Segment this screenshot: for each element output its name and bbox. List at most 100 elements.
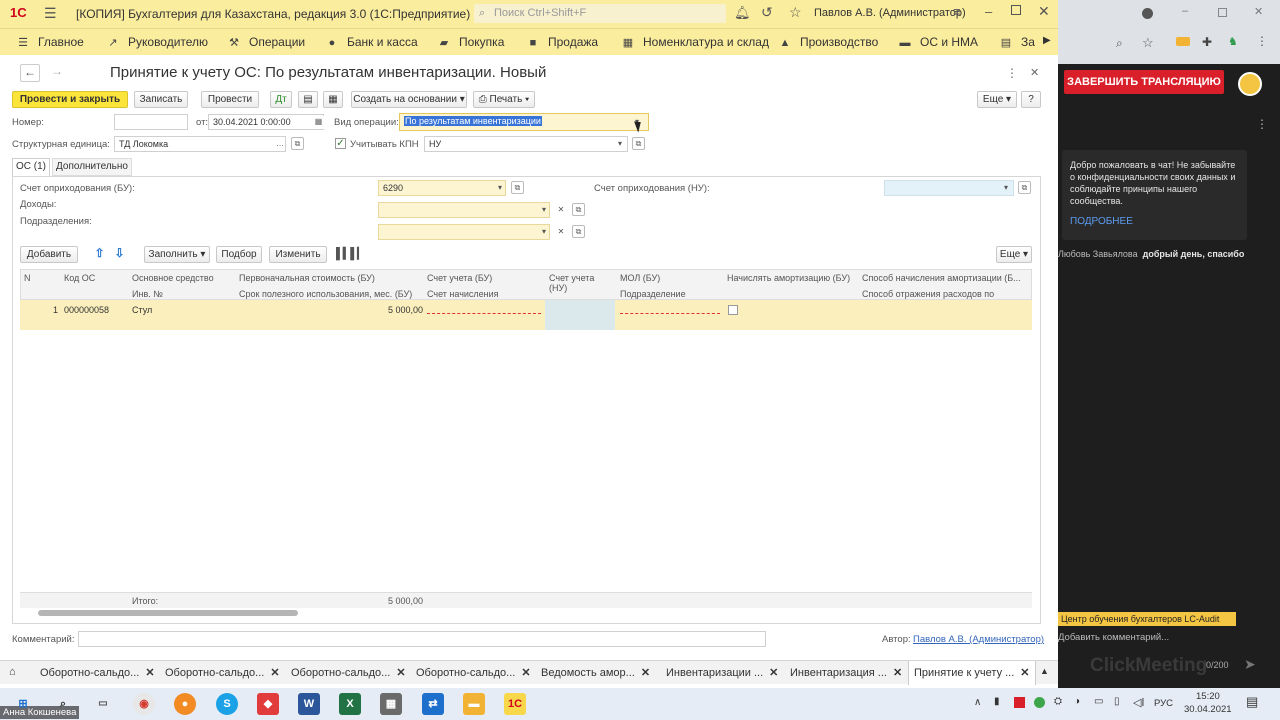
chevron-down-icon[interactable]: ▾ [494, 181, 506, 195]
move-up-icon[interactable]: ⇧ [91, 246, 108, 263]
anydesk-icon[interactable]: ◆ [257, 693, 279, 715]
maximize-icon[interactable] [1011, 5, 1021, 15]
battery-icon[interactable]: ▯ [1114, 696, 1120, 707]
avatar[interactable] [1238, 72, 1262, 96]
search-icon[interactable]: ⌕ [52, 693, 74, 715]
window-tab-7[interactable]: Инвентаризация ... ✕ [790, 666, 902, 679]
save-button[interactable]: Записать [134, 91, 188, 108]
close-icon[interactable]: ✕ [641, 667, 650, 679]
author-link[interactable]: Павлов А.В. (Администратор) [913, 634, 1044, 645]
menu-item-fixed-assets[interactable]: ▬ ОС и НМА [898, 35, 979, 49]
minimize-icon[interactable]: – [1182, 5, 1188, 17]
settings-menu-icon[interactable]: ≡ [953, 4, 961, 19]
tab-fixed-assets[interactable]: ОС (1) [12, 158, 50, 176]
record-icon[interactable] [1142, 8, 1153, 19]
close-icon[interactable]: ✕ [145, 667, 154, 679]
home-icon[interactable]: ⌂ [9, 666, 16, 678]
onec-icon[interactable]: 1С [504, 693, 526, 715]
history-icon[interactable]: ↺ [761, 4, 773, 21]
chevron-down-icon[interactable]: ▾ [1000, 181, 1012, 195]
kpn-checkbox[interactable]: ✓ [335, 138, 346, 149]
calculator-icon[interactable]: ▦ [380, 693, 402, 715]
window-tab-6[interactable]: Инвентаризации ... ✕ [666, 666, 778, 679]
close-icon[interactable]: ✕ [521, 667, 530, 679]
chevron-down-icon[interactable]: ▾ [614, 137, 626, 151]
word-icon[interactable]: W [298, 693, 320, 715]
window-tab-5[interactable]: Ведомость амор... ✕ [541, 666, 650, 679]
menu-item-operations[interactable]: ⚒ Операции [227, 35, 305, 49]
help-button[interactable]: ? [1021, 91, 1041, 108]
skype-icon[interactable]: S [216, 693, 238, 715]
tab-additional[interactable]: Дополнительно [52, 158, 132, 176]
chevron-down-icon[interactable]: ▾ [538, 225, 550, 239]
chevron-down-icon[interactable]: ▾ [538, 203, 550, 217]
user-name[interactable]: Павлов А.В. (Администратор) [814, 7, 966, 19]
comment-field[interactable] [78, 631, 766, 647]
extension-icon[interactable] [1176, 37, 1190, 46]
zoom-icon[interactable]: ⌕ [1116, 36, 1123, 51]
close-icon[interactable]: ✕ [1038, 3, 1050, 20]
menu-item-purchase[interactable]: ▰ Покупка [437, 35, 505, 49]
income-field[interactable] [378, 202, 550, 218]
folder-icon[interactable]: ▬ [463, 693, 485, 715]
notifications-icon[interactable]: ▤ [1246, 694, 1258, 710]
menu-item-sales[interactable]: ■ Продажа [526, 35, 598, 49]
more-actions-icon[interactable]: ⋮ [1006, 66, 1018, 80]
windows-start-icon[interactable]: ⊞ [12, 693, 34, 715]
task-view-icon[interactable]: ▭ [92, 693, 114, 715]
clock-time[interactable]: 15:20 [1196, 691, 1220, 702]
table-more-button[interactable]: Еще ▾ [996, 246, 1032, 263]
journal-icon[interactable]: Дт [270, 91, 292, 108]
window-tab-8[interactable]: Принятие к учету ... ✕ [914, 666, 1030, 679]
close-icon[interactable]: ✕ [893, 667, 902, 679]
open-link-icon[interactable]: ⧉ [511, 181, 524, 194]
more-info-link[interactable]: ПОДРОБНЕЕ [1070, 216, 1133, 227]
calendar-icon[interactable]: ▦ [312, 116, 325, 129]
edit-button[interactable]: Изменить [269, 246, 327, 263]
create-based-on-button[interactable]: Создать на основании ▾ [351, 91, 467, 108]
department-field[interactable] [378, 224, 550, 240]
open-link-icon[interactable]: ⧉ [632, 137, 645, 150]
forward-icon[interactable]: → [47, 64, 67, 82]
form-close-icon[interactable]: ✕ [1030, 66, 1039, 79]
menu-item-nomenclature[interactable]: ▦ Номенклатура и склад [621, 35, 769, 49]
row-nu-cell[interactable] [545, 300, 615, 330]
main-menu-icon[interactable]: ☰ [44, 5, 57, 22]
window-tab-4[interactable]: Оборотно-сальдо... ✕ [416, 666, 531, 679]
end-stream-button[interactable]: ЗАВЕРШИТЬ ТРАНСЛЯЦИЮ [1064, 70, 1224, 94]
account-bu-field[interactable]: 6290 [378, 180, 506, 196]
star-icon[interactable]: ☆ [789, 4, 802, 21]
puzzle-icon[interactable]: ✚ [1202, 35, 1212, 49]
language-indicator[interactable]: РУС [1154, 698, 1173, 709]
print-button[interactable]: ⎙ Печать ▾ [473, 91, 535, 108]
account-nu-field[interactable] [884, 180, 1014, 196]
clock-date[interactable]: 30.04.2021 [1184, 704, 1232, 715]
table-row[interactable] [20, 300, 1032, 330]
excel-icon[interactable]: X [339, 693, 361, 715]
menu-item-main[interactable]: ☰ Главное [16, 35, 84, 49]
minimize-icon[interactable]: – [985, 4, 992, 19]
open-link-icon[interactable]: ⧉ [572, 225, 585, 238]
barcode-icon[interactable]: ▌▍▌▎ [336, 247, 365, 260]
more-button[interactable]: Еще ▾ [977, 91, 1017, 108]
extension-icon[interactable]: ♞ [1228, 35, 1238, 48]
window-tab-2[interactable]: Оборотно-сальдо... ✕ [165, 666, 280, 679]
menu-item-bank[interactable]: ● Банк и касса [325, 35, 418, 49]
number-field[interactable] [114, 114, 188, 130]
back-icon[interactable]: ← [20, 64, 40, 82]
send-icon[interactable]: ➤ [1244, 656, 1256, 673]
tabs-scroll-icon[interactable]: ▲ [1040, 666, 1049, 676]
window-tab-1[interactable]: Оборотно-сальдо... ✕ [40, 666, 155, 679]
search-input[interactable]: ⌕ Поиск Ctrl+Shift+F [474, 4, 726, 23]
tray-chevron-icon[interactable]: ∧ [974, 697, 981, 708]
bookmark-star-icon[interactable]: ☆ [1142, 35, 1154, 51]
volume-icon[interactable]: ◁ǀ [1133, 696, 1144, 709]
row-cost[interactable]: 5 000,00 [388, 305, 423, 315]
close-icon[interactable]: ✕ [1254, 5, 1263, 18]
select-more-icon[interactable]: … [274, 137, 286, 151]
close-icon[interactable]: ✕ [769, 667, 778, 679]
chrome-icon[interactable]: ◉ [133, 693, 155, 715]
unit-field[interactable]: ТД Локомка [114, 136, 286, 152]
horizontal-scrollbar[interactable] [38, 610, 298, 616]
row-asset-name[interactable]: Стул [132, 305, 152, 315]
